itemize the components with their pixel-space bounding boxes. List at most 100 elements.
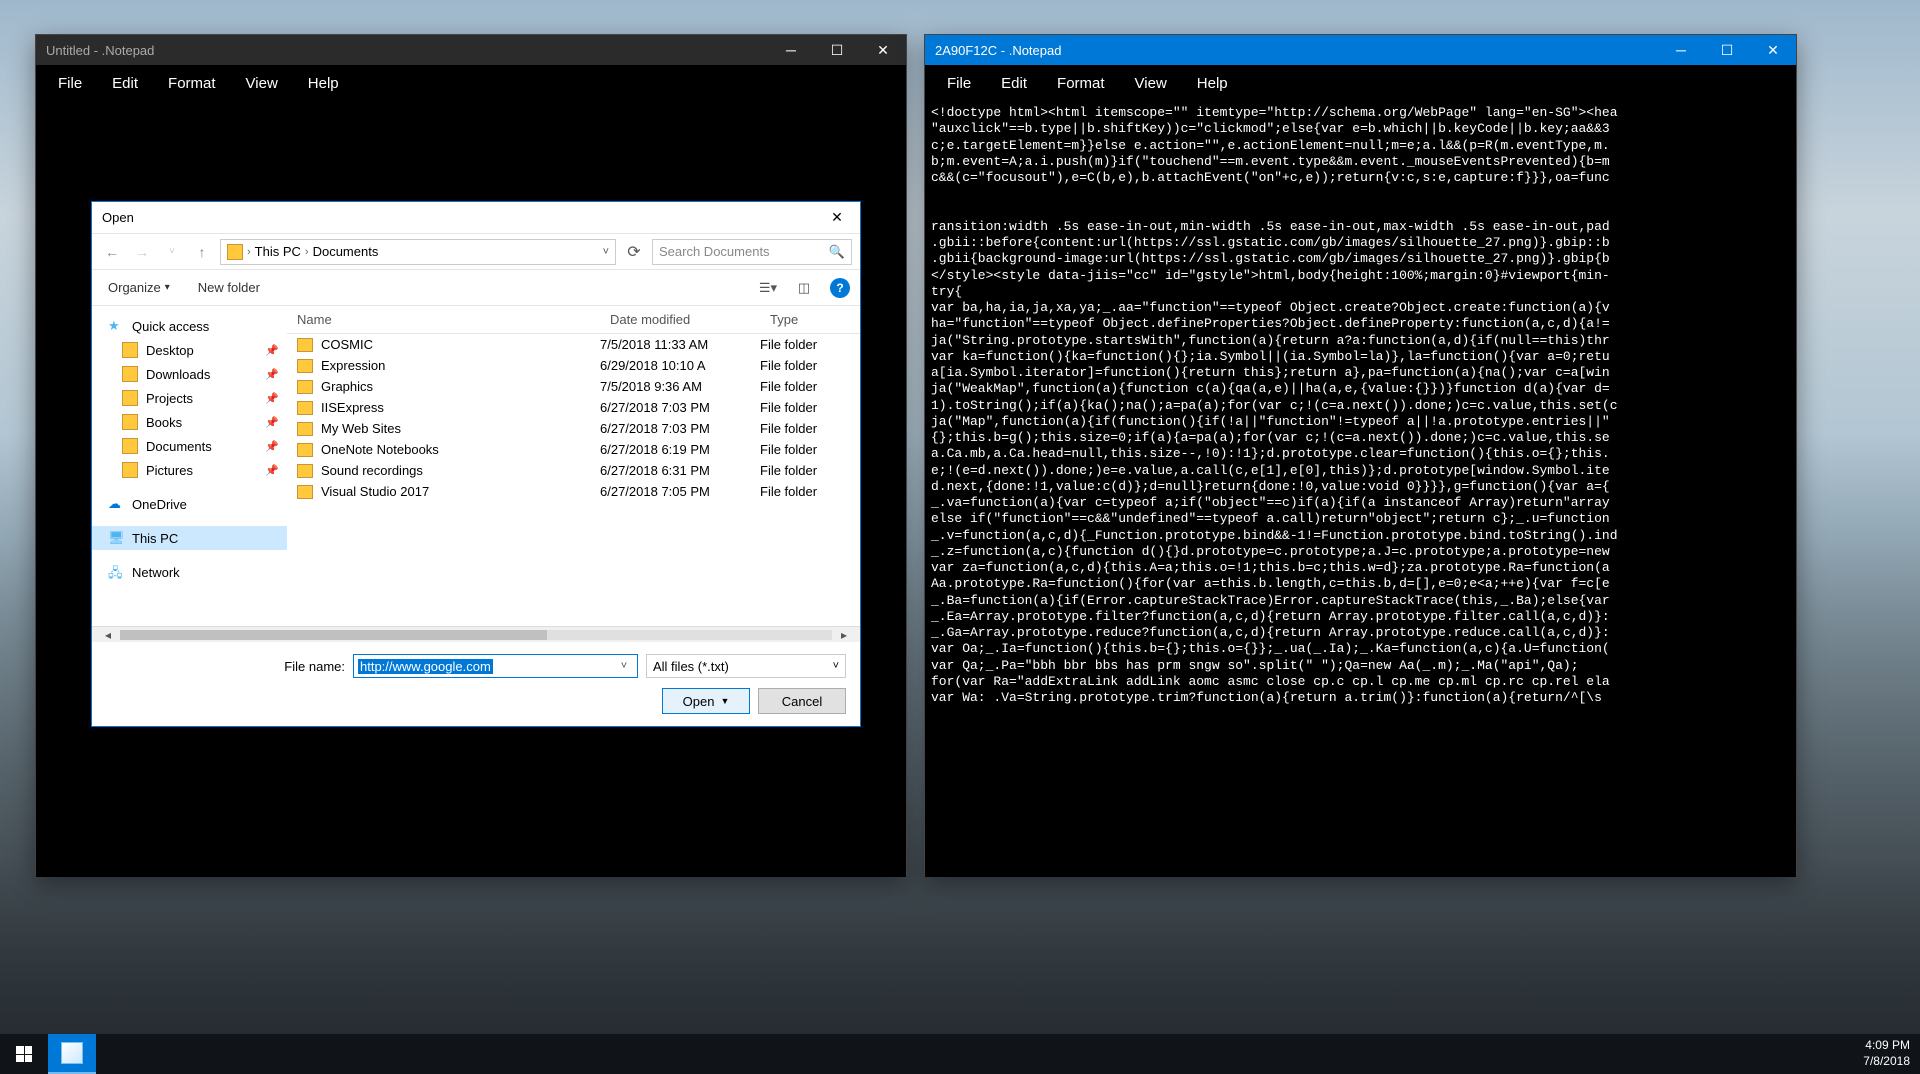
folder-icon [122,342,138,358]
notepad-text-area[interactable]: <!doctype html><html itemscope="" itemty… [925,101,1796,877]
refresh-button[interactable]: ⟳ [622,240,646,264]
col-name[interactable]: Name [287,306,600,333]
close-button[interactable]: ✕ [860,35,906,65]
menu-format[interactable]: Format [1043,69,1119,98]
menu-view[interactable]: View [1121,69,1181,98]
file-row[interactable]: COSMIC7/5/2018 11:33 AMFile folder [287,334,860,355]
file-row[interactable]: OneNote Notebooks6/27/2018 6:19 PMFile f… [287,439,860,460]
maximize-button[interactable]: ☐ [1704,35,1750,65]
nav-this-pc[interactable]: 🖥 This PC [92,526,287,550]
nav-item-pictures[interactable]: Pictures📌 [92,458,287,482]
dialog-titlebar[interactable]: Open ✕ [92,202,860,234]
menu-format[interactable]: Format [154,69,230,98]
organize-button[interactable]: Organize▾ [102,276,176,299]
scroll-track[interactable] [120,630,832,640]
folder-icon [227,244,243,260]
folder-icon [297,338,313,352]
back-button[interactable]: ← [100,240,124,264]
breadcrumb-folder[interactable]: Documents [313,244,379,259]
nav-item-desktop[interactable]: Desktop📌 [92,338,287,362]
view-options-button[interactable]: ☰▾ [758,278,778,298]
dialog-close-button[interactable]: ✕ [824,205,850,231]
nav-onedrive[interactable]: ☁ OneDrive [92,492,287,516]
notepad-window-right: 2A90F12C - .Notepad ─ ☐ ✕ File Edit Form… [924,34,1797,876]
menu-help[interactable]: Help [1183,69,1242,98]
menu-view[interactable]: View [232,69,292,98]
pin-icon: 📌 [265,392,279,405]
pc-icon: 🖥 [108,530,124,546]
cancel-button[interactable]: Cancel [758,688,846,714]
folder-icon [122,438,138,454]
folder-icon [122,390,138,406]
preview-pane-button[interactable]: ◫ [794,278,814,298]
nav-item-documents[interactable]: Documents📌 [92,434,287,458]
file-row[interactable]: Sound recordings6/27/2018 6:31 PMFile fo… [287,460,860,481]
filename-input[interactable]: http://www.google.com ˅ [353,654,638,678]
open-button[interactable]: Open▼ [662,688,750,714]
scroll-left-button[interactable]: ◂ [100,628,116,642]
nav-item-projects[interactable]: Projects📌 [92,386,287,410]
folder-icon [297,464,313,478]
cloud-icon: ☁ [108,496,124,512]
file-list-pane: Name Date modified Type COSMIC7/5/2018 1… [287,306,860,626]
folder-icon [122,414,138,430]
chevron-down-icon[interactable]: ˅ [615,660,633,672]
dialog-body: ★ Quick access Desktop📌Downloads📌Project… [92,306,860,626]
menu-file[interactable]: File [933,69,985,98]
start-button[interactable] [0,1034,48,1074]
menu-edit[interactable]: Edit [987,69,1041,98]
up-button[interactable]: ↑ [190,240,214,264]
address-breadcrumb[interactable]: › This PC › Documents ˅ [220,239,616,265]
file-row[interactable]: My Web Sites6/27/2018 7:03 PMFile folder [287,418,860,439]
nav-network[interactable]: 🖧 Network [92,560,287,584]
open-file-dialog: Open ✕ ← → ˅ ↑ › This PC › Documents ˅ ⟳… [91,201,861,727]
notepad-icon [61,1042,83,1064]
windows-logo-icon [16,1046,32,1062]
file-row[interactable]: Graphics7/5/2018 9:36 AMFile folder [287,376,860,397]
nav-item-books[interactable]: Books📌 [92,410,287,434]
menu-edit[interactable]: Edit [98,69,152,98]
menu-file[interactable]: File [44,69,96,98]
help-button[interactable]: ? [830,278,850,298]
system-tray[interactable]: 4:09 PM 7/8/2018 [1853,1038,1920,1069]
filetype-select[interactable]: All files (*.txt) ˅ [646,654,846,678]
folder-icon [122,366,138,382]
folder-icon [297,485,313,499]
scroll-thumb[interactable] [120,630,547,640]
network-icon: 🖧 [108,564,124,580]
chevron-down-icon[interactable]: ˅ [603,246,609,258]
titlebar-right[interactable]: 2A90F12C - .Notepad ─ ☐ ✕ [925,35,1796,65]
minimize-button[interactable]: ─ [1658,35,1704,65]
taskbar-app-notepad[interactable] [48,1034,96,1074]
clock-time: 4:09 PM [1863,1038,1910,1054]
recent-button[interactable]: ˅ [160,240,184,264]
chevron-right-icon: › [247,246,251,258]
col-type[interactable]: Type [760,306,860,333]
file-row[interactable]: IISExpress6/27/2018 7:03 PMFile folder [287,397,860,418]
titlebar-left[interactable]: Untitled - .Notepad ─ ☐ ✕ [36,35,906,65]
nav-item-downloads[interactable]: Downloads📌 [92,362,287,386]
breadcrumb-root[interactable]: This PC [255,244,301,259]
nav-quick-access[interactable]: ★ Quick access [92,314,287,338]
new-folder-button[interactable]: New folder [192,276,266,299]
maximize-button[interactable]: ☐ [814,35,860,65]
window-title: Untitled - .Notepad [46,43,768,58]
close-button[interactable]: ✕ [1750,35,1796,65]
menu-help[interactable]: Help [294,69,353,98]
window-title: 2A90F12C - .Notepad [935,43,1658,58]
folder-icon [122,462,138,478]
file-row[interactable]: Expression6/29/2018 10:10 AFile folder [287,355,860,376]
pin-icon: 📌 [265,464,279,477]
horizontal-scrollbar[interactable]: ◂ ▸ [92,626,860,642]
dialog-title: Open [102,210,824,225]
pin-icon: 📌 [265,344,279,357]
search-icon: 🔍 [829,244,845,260]
forward-button[interactable]: → [130,240,154,264]
scroll-right-button[interactable]: ▸ [836,628,852,642]
minimize-button[interactable]: ─ [768,35,814,65]
nav-pane: ★ Quick access Desktop📌Downloads📌Project… [92,306,287,626]
search-input[interactable]: Search Documents 🔍 [652,239,852,265]
file-row[interactable]: Visual Studio 20176/27/2018 7:05 PMFile … [287,481,860,502]
chevron-down-icon: ˅ [833,660,839,672]
col-date[interactable]: Date modified [600,306,760,333]
